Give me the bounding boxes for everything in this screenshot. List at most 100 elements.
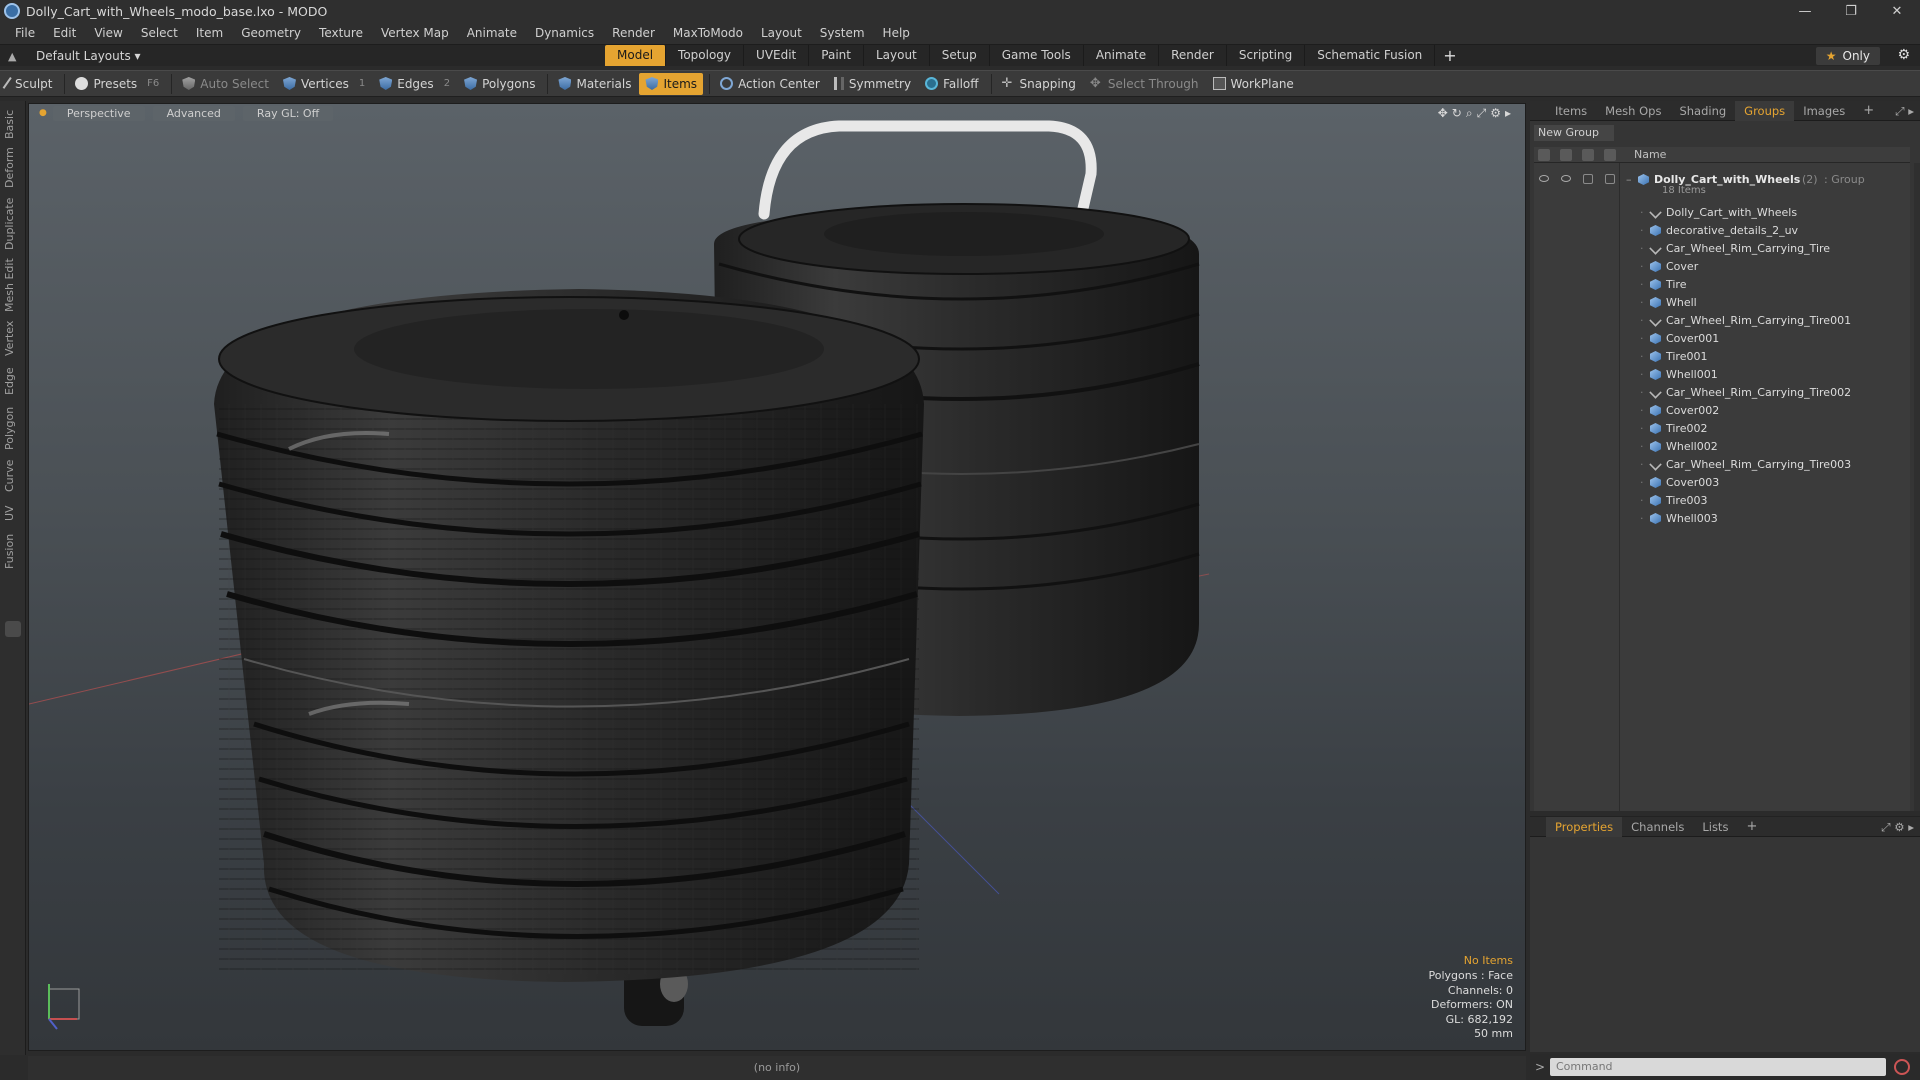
presets-button[interactable]: Presets F6: [69, 73, 165, 95]
action-center-button[interactable]: Action Center: [714, 73, 826, 95]
tab-lists[interactable]: Lists: [1693, 817, 1737, 837]
group-item-row[interactable]: · Cover001: [1534, 330, 1910, 348]
group-item-row[interactable]: · Tire002: [1534, 420, 1910, 438]
menu-layout[interactable]: Layout: [752, 26, 811, 40]
select-through-button[interactable]: ✥ Select Through: [1084, 73, 1205, 95]
items-button[interactable]: Items: [639, 72, 704, 95]
groups-scrollbar[interactable]: [1914, 163, 1920, 811]
menu-help[interactable]: Help: [874, 26, 919, 40]
name-column-header[interactable]: Name: [1634, 148, 1666, 161]
group-item-row[interactable]: · Whell: [1534, 294, 1910, 312]
minimize-button[interactable]: —: [1782, 0, 1828, 22]
symmetry-button[interactable]: Symmetry: [828, 73, 917, 95]
group-item-row[interactable]: · Whell002: [1534, 438, 1910, 456]
workplane-button[interactable]: WorkPlane: [1207, 73, 1300, 95]
new-group-button[interactable]: New Group: [1534, 125, 1614, 141]
tab-shading[interactable]: Shading: [1670, 101, 1735, 121]
menu-dynamics[interactable]: Dynamics: [526, 26, 603, 40]
3d-viewport[interactable]: ● Perspective Advanced Ray GL: Off ✥ ↻ ⌕…: [28, 103, 1526, 1051]
vtab-basic[interactable]: Basic: [3, 107, 23, 141]
vtab-mesh-edit[interactable]: Mesh Edit: [3, 257, 23, 313]
snapping-button[interactable]: ✛ Snapping: [996, 73, 1082, 95]
tab-properties[interactable]: Properties: [1546, 816, 1623, 837]
command-input[interactable]: Command: [1550, 1058, 1886, 1076]
group-item-row[interactable]: · Dolly_Cart_with_Wheels: [1534, 204, 1910, 222]
group-item-row[interactable]: · Cover: [1534, 258, 1910, 276]
menu-maxtomodo[interactable]: MaxToModo: [664, 26, 752, 40]
viewport-menu-icon[interactable]: ●: [39, 108, 47, 118]
menu-system[interactable]: System: [811, 26, 874, 40]
layout-selector[interactable]: ▲ Default Layouts ▾: [8, 49, 141, 63]
select-col-icon[interactable]: [1604, 149, 1616, 161]
shading-mode-button[interactable]: Advanced: [152, 105, 235, 121]
tab-layout[interactable]: Layout: [864, 45, 930, 66]
group-item-row[interactable]: · Cover003: [1534, 474, 1910, 492]
sculpt-button[interactable]: Sculpt: [0, 73, 58, 95]
eye-icon[interactable]: [1539, 175, 1549, 182]
visibility-col-icon[interactable]: [1538, 149, 1550, 161]
group-item-row[interactable]: · Car_Wheel_Rim_Carrying_Tire: [1534, 240, 1910, 258]
maximize-button[interactable]: ❐: [1828, 0, 1874, 22]
group-item-row[interactable]: · Tire001: [1534, 348, 1910, 366]
menu-render[interactable]: Render: [603, 26, 664, 40]
tab-uvedit[interactable]: UVEdit: [744, 45, 810, 66]
only-button[interactable]: ★ Only: [1815, 47, 1880, 65]
tab-topology[interactable]: Topology: [666, 45, 745, 66]
vtab-curve[interactable]: Curve: [3, 457, 23, 495]
group-item-row[interactable]: · Car_Wheel_Rim_Carrying_Tire003: [1534, 456, 1910, 474]
fit-icon[interactable]: ⤢: [1477, 106, 1487, 121]
vtab-uv[interactable]: UV: [3, 501, 23, 525]
render-col-icon[interactable]: [1560, 149, 1572, 161]
palette-toggle-button[interactable]: [5, 621, 21, 637]
select-checkbox[interactable]: [1605, 174, 1615, 184]
polygons-button[interactable]: Polygons: [458, 73, 541, 95]
edges-button[interactable]: Edges 2: [373, 73, 456, 95]
menu-texture[interactable]: Texture: [310, 26, 372, 40]
tab-setup[interactable]: Setup: [930, 45, 990, 66]
lock-col-icon[interactable]: [1582, 149, 1594, 161]
pan-icon[interactable]: ✥: [1438, 106, 1448, 121]
tab-model[interactable]: Model: [605, 45, 667, 66]
tab-channels[interactable]: Channels: [1622, 817, 1693, 837]
menu-select[interactable]: Select: [132, 26, 187, 40]
viewport-more-icon[interactable]: ▸: [1505, 106, 1511, 121]
vtab-vertex[interactable]: Vertex: [3, 319, 23, 357]
stop-icon[interactable]: [1894, 1059, 1910, 1075]
menu-geometry[interactable]: Geometry: [232, 26, 310, 40]
tab-items[interactable]: Items: [1546, 101, 1596, 121]
rotate-icon[interactable]: ↻: [1452, 106, 1462, 121]
vtab-edge[interactable]: Edge: [3, 365, 23, 397]
menu-file[interactable]: File: [6, 26, 44, 40]
tab-scripting[interactable]: Scripting: [1227, 45, 1306, 66]
expand-panel-icon[interactable]: ⤢ ▸: [1886, 101, 1920, 121]
tab-animate[interactable]: Animate: [1084, 45, 1160, 66]
group-item-row[interactable]: · Car_Wheel_Rim_Carrying_Tire002: [1534, 384, 1910, 402]
vtab-duplicate[interactable]: Duplicate: [3, 197, 23, 251]
lock-checkbox[interactable]: [1583, 174, 1593, 184]
auto-select-button[interactable]: Auto Select: [176, 73, 275, 95]
close-button[interactable]: ✕: [1874, 0, 1920, 22]
materials-button[interactable]: Materials: [552, 73, 637, 95]
menu-item[interactable]: Item: [187, 26, 232, 40]
properties-options-icon[interactable]: ⤢ ⚙ ▸: [1872, 817, 1920, 837]
tab-schematic-fusion[interactable]: Schematic Fusion: [1305, 45, 1436, 66]
tab-paint[interactable]: Paint: [809, 45, 864, 66]
group-item-row[interactable]: · Tire: [1534, 276, 1910, 294]
tab-render[interactable]: Render: [1159, 45, 1227, 66]
tab-groups[interactable]: Groups: [1735, 100, 1795, 121]
collapse-icon[interactable]: –: [1626, 173, 1632, 186]
group-root-row[interactable]: – Dolly_Cart_with_Wheels (2) : Group 18 …: [1534, 171, 1910, 199]
group-item-row[interactable]: · decorative_details_2_uv: [1534, 222, 1910, 240]
raygl-button[interactable]: Ray GL: Off: [242, 105, 334, 121]
tab-game-tools[interactable]: Game Tools: [990, 45, 1084, 66]
view-type-button[interactable]: Perspective: [52, 105, 145, 121]
add-properties-tab-button[interactable]: +: [1737, 817, 1766, 837]
vtab-fusion[interactable]: Fusion: [3, 531, 23, 571]
gear-icon[interactable]: ⚙: [1897, 47, 1910, 63]
render-icon[interactable]: [1561, 175, 1571, 182]
menu-edit[interactable]: Edit: [44, 26, 85, 40]
group-item-row[interactable]: · Tire003: [1534, 492, 1910, 510]
vertices-button[interactable]: Vertices 1: [277, 73, 371, 95]
group-item-row[interactable]: · Car_Wheel_Rim_Carrying_Tire001: [1534, 312, 1910, 330]
menu-animate[interactable]: Animate: [458, 26, 526, 40]
